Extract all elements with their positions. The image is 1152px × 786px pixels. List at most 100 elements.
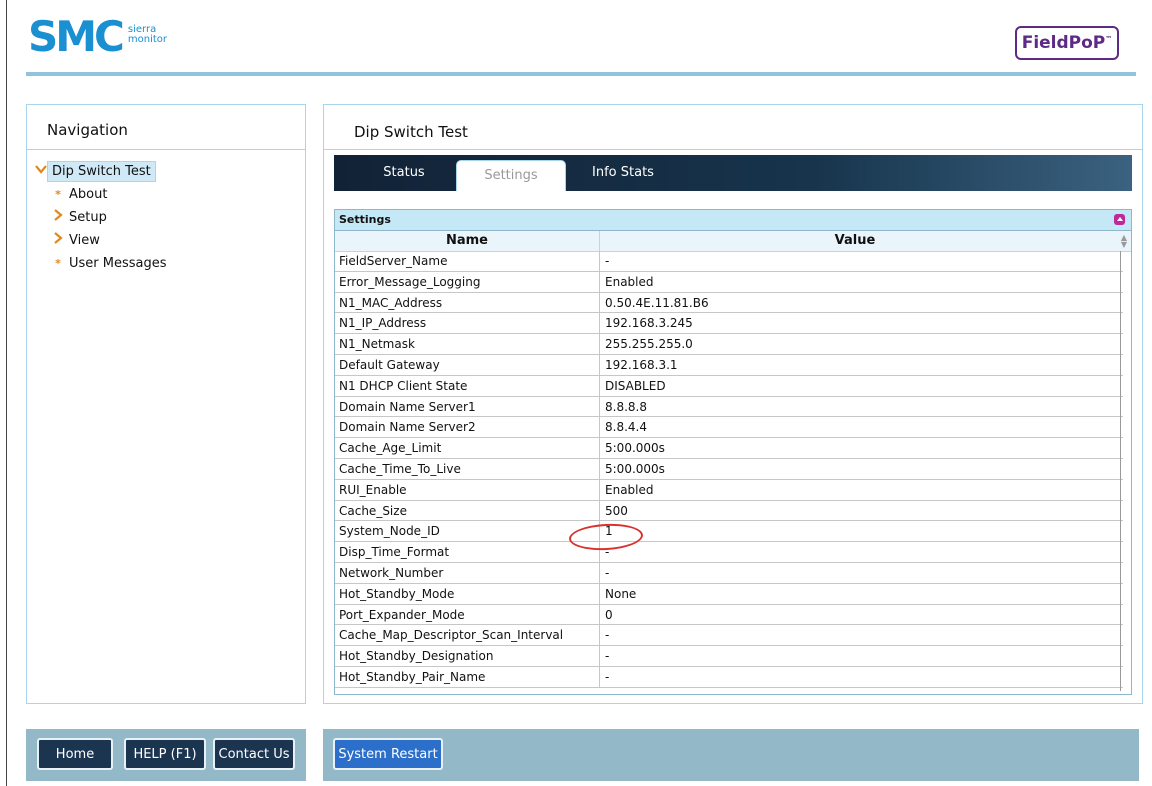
cell-name: System_Node_ID xyxy=(339,524,440,539)
table-row[interactable]: Cache_Age_Limit 5:00.000s xyxy=(335,438,1123,459)
column-divider xyxy=(599,666,600,687)
cell-name: Hot_Standby_Mode xyxy=(339,586,455,601)
cell-name: Cache_Size xyxy=(339,503,407,518)
table-row[interactable]: Domain Name Server2 8.8.4.4 xyxy=(335,417,1123,439)
contact-us-button[interactable]: Contact Us xyxy=(213,738,295,770)
tab-info-stats[interactable]: Info Stats xyxy=(580,155,666,191)
table-row[interactable]: N1 DHCP Client State DISABLED xyxy=(335,375,1123,397)
cell-value: DISABLED xyxy=(605,378,666,393)
cell-name: Network_Number xyxy=(339,565,444,580)
home-button[interactable]: Home xyxy=(37,738,113,770)
table-row[interactable]: Hot_Standby_Designation - xyxy=(335,646,1123,667)
nav-item-about[interactable]: * About xyxy=(27,183,305,206)
grid-scrollbar[interactable] xyxy=(1120,251,1129,691)
table-row[interactable]: Cache_Map_Descriptor_Scan_Interval - xyxy=(335,625,1123,647)
table-row[interactable]: N1_IP_Address 192.168.3.245 xyxy=(335,313,1123,335)
nav-item-label: User Messages xyxy=(69,256,167,271)
main-panel: Dip Switch Test Status Settings Info Sta… xyxy=(323,104,1143,704)
cell-name: N1 DHCP Client State xyxy=(339,378,468,393)
tab-settings[interactable]: Settings xyxy=(456,160,566,191)
cell-value: - xyxy=(605,254,610,268)
cell-value: 8.8.8.8 xyxy=(605,399,647,414)
table-row[interactable]: Cache_Time_To_Live 5:00.000s xyxy=(335,458,1123,480)
cell-name: Port_Expander_Mode xyxy=(339,607,465,622)
column-divider xyxy=(599,271,600,292)
cell-name: Hot_Standby_Pair_Name xyxy=(339,669,486,684)
table-row[interactable]: Hot_Standby_Pair_Name - xyxy=(335,666,1123,688)
cell-value: 192.168.3.245 xyxy=(605,316,693,331)
cell-name: Hot_Standby_Designation xyxy=(339,649,494,664)
smc-logo-subtext: sierra monitor xyxy=(127,24,168,45)
cell-name: Cache_Age_Limit xyxy=(339,441,442,456)
table-row[interactable]: RUI_Enable Enabled xyxy=(335,479,1123,501)
nav-item-dip-switch-test[interactable]: Dip Switch Test xyxy=(27,160,305,183)
help-button[interactable]: HELP (F1) xyxy=(124,738,206,770)
table-row[interactable]: Domain Name Server1 8.8.8.8 xyxy=(335,396,1123,418)
table-row[interactable]: Disp_Time_Format - xyxy=(335,542,1123,563)
cell-value: 5:00.000s xyxy=(605,461,665,476)
nav-item-label: View xyxy=(69,233,100,248)
table-row[interactable]: System_Node_ID 1 xyxy=(335,521,1123,543)
cell-name: Cache_Time_To_Live xyxy=(339,461,461,476)
navigation-panel: Navigation Dip Switch Test * About Setup… xyxy=(26,104,306,704)
settings-grid: Settings Name Value ▲ ▼ FieldServer_Name -… xyxy=(334,209,1132,695)
page-title: Dip Switch Test xyxy=(354,123,468,141)
cell-value: 8.8.4.4 xyxy=(605,420,647,435)
column-divider xyxy=(599,375,600,396)
tab-status[interactable]: Status xyxy=(354,155,454,191)
column-divider xyxy=(599,334,600,354)
cell-value: 500 xyxy=(605,503,628,518)
column-divider xyxy=(599,583,600,604)
cell-name: RUI_Enable xyxy=(339,482,407,497)
cell-name: N1_IP_Address xyxy=(339,316,427,331)
collapse-icon[interactable] xyxy=(1114,214,1125,225)
column-divider xyxy=(599,354,600,375)
table-row[interactable]: Error_Message_Logging Enabled xyxy=(335,271,1123,293)
cell-name: Domain Name Server1 xyxy=(339,399,476,414)
navigation-tree: Dip Switch Test * About Setup View * Use… xyxy=(27,150,305,275)
table-row[interactable]: Cache_Size 500 xyxy=(335,500,1123,522)
cell-value: Enabled xyxy=(605,482,654,497)
table-row[interactable]: Default Gateway 192.168.3.1 xyxy=(335,354,1123,376)
nav-item-user-messages[interactable]: * User Messages xyxy=(27,252,305,275)
sort-arrows-icon[interactable]: ▲ ▼ xyxy=(1119,234,1129,249)
chevron-right-icon xyxy=(51,229,65,252)
bullet-icon: * xyxy=(55,188,61,201)
column-divider xyxy=(599,438,600,458)
table-row[interactable]: Hot_Standby_Mode None xyxy=(335,583,1123,605)
nav-item-setup[interactable]: Setup xyxy=(27,206,305,229)
column-divider xyxy=(599,313,600,334)
table-row[interactable]: Port_Expander_Mode 0 xyxy=(335,604,1123,626)
tab-bar: Status Settings Info Stats xyxy=(334,155,1132,191)
table-row[interactable]: N1_MAC_Address 0.50.4E.11.81.B6 xyxy=(335,292,1123,314)
column-header-name[interactable]: Name xyxy=(335,231,600,251)
column-divider xyxy=(599,500,600,521)
chevron-down-icon xyxy=(34,160,48,183)
system-restart-button[interactable]: System Restart xyxy=(333,738,443,770)
column-header-value[interactable]: Value xyxy=(600,231,1110,251)
cell-name: Default Gateway xyxy=(339,357,440,372)
cell-name: Domain Name Server2 xyxy=(339,420,476,435)
nav-item-label: About xyxy=(69,187,108,202)
column-divider xyxy=(599,417,600,438)
nav-item-view[interactable]: View xyxy=(27,229,305,252)
title-divider xyxy=(324,149,1142,150)
cell-value: 0 xyxy=(605,607,613,622)
cell-value: 0.50.4E.11.81.B6 xyxy=(605,295,709,310)
column-divider xyxy=(599,292,600,313)
cell-name: N1_MAC_Address xyxy=(339,295,443,310)
column-divider xyxy=(599,396,600,417)
cell-value: - xyxy=(605,628,610,643)
cell-value: - xyxy=(605,649,610,664)
column-divider xyxy=(599,562,600,583)
table-row[interactable]: Network_Number - xyxy=(335,562,1123,584)
window-left-border xyxy=(6,0,7,786)
table-row[interactable]: FieldServer_Name - xyxy=(335,251,1123,272)
cell-name: Cache_Map_Descriptor_Scan_Interval xyxy=(339,628,564,643)
navigation-title: Navigation xyxy=(27,105,305,150)
header-divider xyxy=(26,72,1136,76)
footer-left-bar: Home HELP (F1) Contact Us xyxy=(26,729,306,781)
table-row[interactable]: N1_Netmask 255.255.255.0 xyxy=(335,334,1123,355)
cell-value: - xyxy=(605,565,610,580)
fieldpop-logo: FieldPoP ™ xyxy=(1015,26,1119,60)
